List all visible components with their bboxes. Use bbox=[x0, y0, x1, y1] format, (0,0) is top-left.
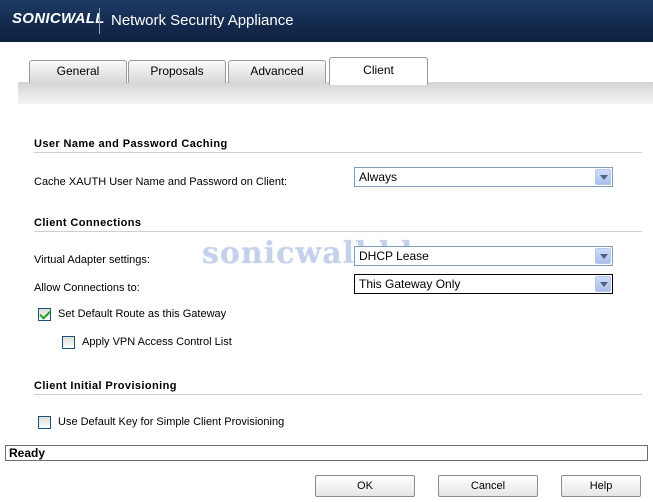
virtual-adapter-value: DHCP Lease bbox=[359, 249, 429, 263]
app-title: Network Security Appliance bbox=[111, 12, 294, 29]
section-divider bbox=[34, 231, 642, 232]
tab-proposals[interactable]: Proposals bbox=[128, 60, 226, 83]
default-key-checkbox[interactable] bbox=[38, 416, 51, 429]
chevron-down-icon[interactable] bbox=[595, 276, 611, 292]
tab-band bbox=[18, 82, 653, 104]
virtual-adapter-select[interactable]: DHCP Lease bbox=[354, 246, 613, 266]
allow-connections-select[interactable]: This Gateway Only bbox=[354, 274, 613, 294]
section-divider bbox=[34, 152, 642, 153]
default-route-checkbox[interactable] bbox=[38, 308, 51, 321]
allow-connections-label: Allow Connections to: bbox=[34, 282, 140, 294]
section-divider bbox=[34, 394, 642, 395]
allow-connections-value: This Gateway Only bbox=[359, 277, 461, 291]
vpn-acl-label: Apply VPN Access Control List bbox=[82, 336, 232, 348]
help-button[interactable]: Help bbox=[561, 475, 641, 497]
tab-client[interactable]: Client bbox=[329, 57, 428, 85]
cache-xauth-label: Cache XAUTH User Name and Password on Cl… bbox=[34, 176, 288, 188]
section-title-caching: User Name and Password Caching bbox=[34, 138, 228, 150]
header-divider bbox=[99, 8, 100, 34]
tab-general[interactable]: General bbox=[29, 60, 127, 83]
vpn-acl-checkbox[interactable] bbox=[62, 336, 75, 349]
ok-button[interactable]: OK bbox=[315, 475, 415, 497]
status-bar: Ready bbox=[5, 445, 648, 461]
chevron-down-icon[interactable] bbox=[595, 248, 611, 264]
section-title-connections: Client Connections bbox=[34, 217, 142, 229]
sonicwall-logo: SONICWALL bbox=[12, 10, 105, 27]
tab-advanced[interactable]: Advanced bbox=[228, 60, 326, 83]
default-key-label: Use Default Key for Simple Client Provis… bbox=[58, 416, 285, 428]
chevron-down-icon[interactable] bbox=[595, 169, 611, 185]
cancel-button[interactable]: Cancel bbox=[438, 475, 538, 497]
default-route-label: Set Default Route as this Gateway bbox=[58, 308, 227, 320]
cache-xauth-select[interactable]: Always bbox=[354, 167, 613, 187]
cache-xauth-value: Always bbox=[359, 170, 398, 184]
section-title-provisioning: Client Initial Provisioning bbox=[34, 380, 177, 392]
virtual-adapter-label: Virtual Adapter settings: bbox=[34, 254, 150, 266]
app-header: SONICWALL Network Security Appliance bbox=[0, 0, 653, 42]
